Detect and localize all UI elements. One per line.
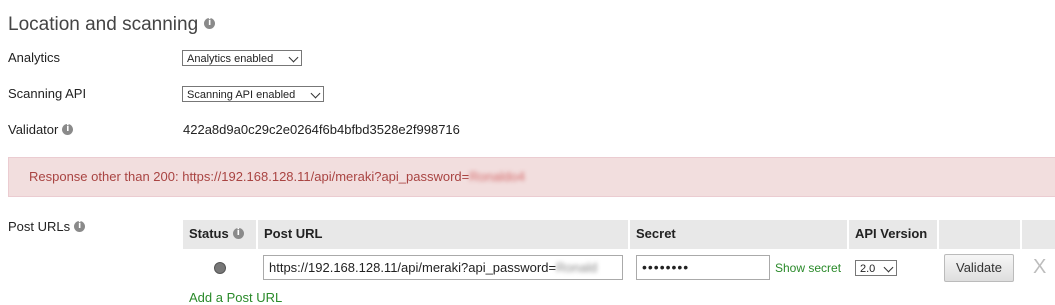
api-version-select[interactable]: 2.0 xyxy=(855,260,897,276)
post-urls-label: Post URLs i xyxy=(8,219,86,234)
post-url-input[interactable]: https://192.168.128.11/api/meraki?api_pa… xyxy=(263,255,623,280)
column-header-post-url: Post URL xyxy=(258,220,628,249)
column-header-secret: Secret xyxy=(630,220,847,249)
section-title-text: Location and scanning xyxy=(8,14,199,35)
alert-message: Response other than 200: https://192.168… xyxy=(29,169,470,184)
info-icon[interactable]: i xyxy=(62,124,74,136)
validator-value: 422a8d9a0c29c2e0264f6b4bfbd3528e2f998716 xyxy=(183,122,460,137)
error-alert: Response other than 200: https://192.168… xyxy=(8,157,1055,197)
analytics-select-value: Analytics enabled xyxy=(187,53,274,65)
close-icon[interactable]: X xyxy=(1033,256,1046,279)
column-header-remove xyxy=(1022,220,1055,249)
add-post-url-link[interactable]: Add a Post URL xyxy=(189,290,282,305)
scanning-api-select[interactable]: Scanning API enabled xyxy=(182,86,324,102)
post-url-input-value: https://192.168.128.11/api/meraki?api_pa… xyxy=(269,260,557,275)
validate-button[interactable]: Validate xyxy=(944,254,1014,282)
column-header-status-text: Status xyxy=(189,226,229,241)
post-urls-label-text: Post URLs xyxy=(8,219,71,234)
column-header-actions xyxy=(939,220,1020,249)
info-icon[interactable]: i xyxy=(74,221,86,233)
chevron-down-icon xyxy=(310,88,321,99)
api-version-select-value: 2.0 xyxy=(860,263,876,275)
show-secret-link[interactable]: Show secret xyxy=(775,261,841,275)
validator-label: Validator i xyxy=(8,122,74,137)
alert-redacted-password: Ronaldo4 xyxy=(469,169,525,184)
chevron-down-icon xyxy=(288,52,299,63)
analytics-label: Analytics xyxy=(8,50,61,65)
scanning-api-label: Scanning API xyxy=(8,86,87,101)
secret-input[interactable]: •••••••• xyxy=(636,255,770,280)
column-header-api-version: API Version xyxy=(849,220,937,249)
info-icon[interactable]: i xyxy=(204,18,216,30)
validator-label-text: Validator xyxy=(8,122,59,137)
analytics-select[interactable]: Analytics enabled xyxy=(182,50,302,66)
status-dot-icon xyxy=(214,262,226,274)
column-header-status: Status i xyxy=(183,220,256,249)
chevron-down-icon xyxy=(883,262,894,273)
scanning-api-select-value: Scanning API enabled xyxy=(187,89,296,101)
post-url-redacted-password: Ronald xyxy=(556,260,598,275)
section-title: Location and scanning i xyxy=(8,14,216,36)
info-icon[interactable]: i xyxy=(232,228,244,240)
